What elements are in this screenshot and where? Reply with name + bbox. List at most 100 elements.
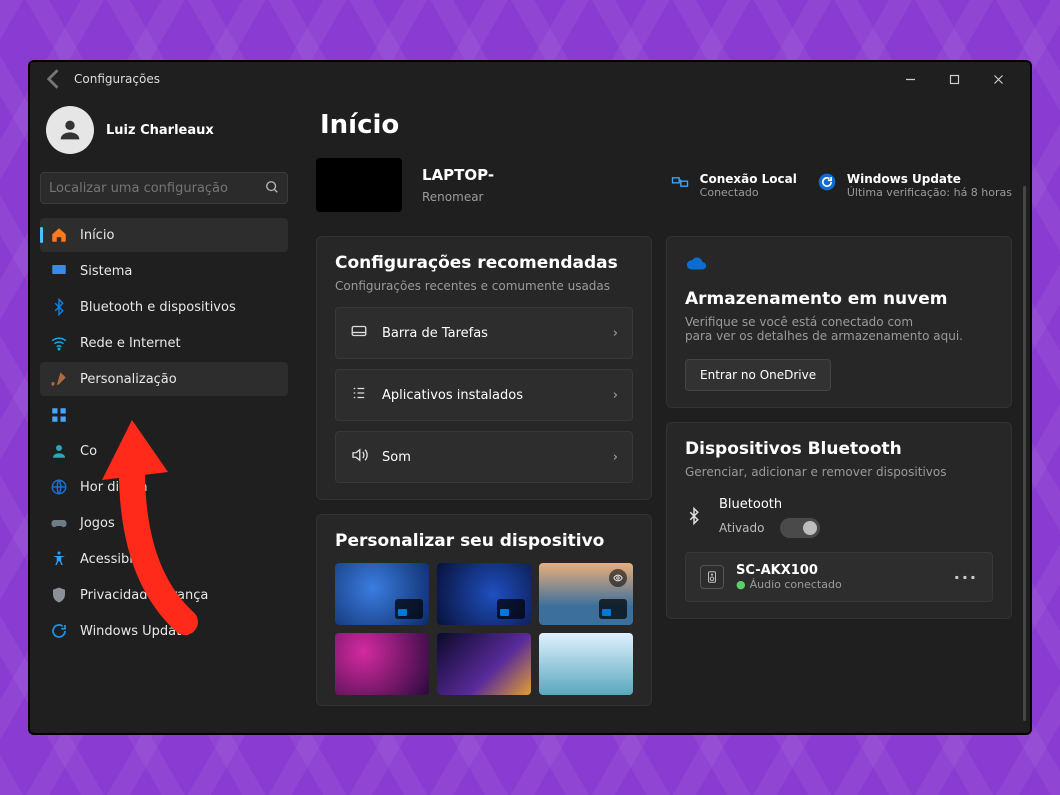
- avatar: [46, 106, 94, 154]
- sidebar-item-accounts[interactable]: Co: [40, 434, 288, 468]
- home-icon: [50, 226, 68, 244]
- globe-icon: [50, 478, 68, 496]
- sidebar-item-label: Início: [80, 228, 114, 243]
- update-icon: [817, 172, 837, 196]
- more-button[interactable]: ···: [954, 568, 978, 587]
- sidebar-item-gaming[interactable]: Jogos: [40, 506, 288, 540]
- speaker-icon: [700, 565, 724, 589]
- sidebar-item-home[interactable]: Início: [40, 218, 288, 252]
- device-name: LAPTOP-: [422, 166, 494, 184]
- header-wu-sub: Última verificação: há 8 horas: [847, 186, 1012, 199]
- apps-icon: [50, 406, 68, 424]
- bt-subtitle: Gerenciar, adicionar e remover dispositi…: [685, 465, 993, 479]
- chevron-right-icon: ›: [613, 388, 618, 403]
- bt-device-row[interactable]: SC-AKX100 ●Áudio conectado ···: [685, 552, 993, 602]
- sidebar-item-privacy[interactable]: Privacidade e rança: [40, 578, 288, 612]
- rec-item-label: Aplicativos instalados: [382, 388, 599, 403]
- sidebar-item-time-language[interactable]: Hor dioma: [40, 470, 288, 504]
- search-icon: [265, 179, 279, 198]
- sidebar: Luiz Charleaux Início Sistema: [30, 96, 298, 733]
- device-rename-link[interactable]: Renomear: [422, 190, 494, 204]
- close-button[interactable]: [976, 64, 1020, 94]
- paintbrush-icon: [50, 370, 68, 388]
- rec-item-taskbar[interactable]: Barra de Tarefas ›: [335, 307, 633, 359]
- sidebar-item-personalization[interactable]: Personalização: [40, 362, 288, 396]
- sidebar-item-apps[interactable]: [40, 398, 288, 432]
- personalize-card: Personalizar seu dispositivo: [316, 514, 652, 706]
- header-net-sub: Conectado: [700, 186, 797, 199]
- person-icon: [50, 442, 68, 460]
- sidebar-item-label: Sistema: [80, 264, 132, 279]
- chevron-right-icon: ›: [613, 450, 618, 465]
- accessibility-icon: [50, 550, 68, 568]
- rec-item-label: Som: [382, 450, 599, 465]
- back-button[interactable]: [40, 65, 68, 93]
- sidebar-item-label: Hor dioma: [80, 480, 148, 495]
- titlebar: Configurações: [30, 62, 1030, 96]
- sidebar-item-label: Windows Update: [80, 624, 189, 639]
- window-title: Configurações: [74, 72, 160, 86]
- sidebar-item-label: Bluetooth e dispositivos: [80, 300, 236, 315]
- main-panel: Início LAPTOP- Renomear Conexão Local Co…: [298, 96, 1030, 733]
- sidebar-item-label: Rede e Internet: [80, 336, 181, 351]
- user-name: Luiz Charleaux: [106, 123, 214, 138]
- header-info-wu[interactable]: Windows Update Última verificação: há 8 …: [817, 172, 1012, 199]
- sidebar-item-label: Jogos: [80, 516, 115, 531]
- bt-label: Bluetooth: [719, 497, 993, 512]
- cloud-title: Armazenamento em nuvem: [685, 289, 993, 309]
- apps-list-icon: [350, 384, 368, 406]
- theme-tile[interactable]: [539, 563, 633, 625]
- gamepad-icon: [50, 514, 68, 532]
- search-input[interactable]: [40, 172, 288, 204]
- cloud-icon: [685, 253, 993, 279]
- bt-toggle[interactable]: [780, 518, 820, 538]
- sidebar-item-network[interactable]: Rede e Internet: [40, 326, 288, 360]
- rec-title: Configurações recomendadas: [335, 253, 633, 273]
- rec-item-sound[interactable]: Som ›: [335, 431, 633, 483]
- bluetooth-card: Dispositivos Bluetooth Gerenciar, adicio…: [666, 422, 1012, 619]
- cloud-card: Armazenamento em nuvem Verifique se você…: [666, 236, 1012, 408]
- rec-subtitle: Configurações recentes e comumente usada…: [335, 279, 633, 293]
- rec-item-label: Barra de Tarefas: [382, 326, 599, 341]
- pers-title: Personalizar seu dispositivo: [335, 531, 633, 551]
- search-field[interactable]: [49, 181, 265, 196]
- bluetooth-icon: [685, 507, 703, 529]
- header-info-network[interactable]: Conexão Local Conectado: [670, 172, 797, 199]
- sidebar-item-label: Personalização: [80, 372, 177, 387]
- recommended-card: Configurações recomendadas Configurações…: [316, 236, 652, 500]
- sidebar-item-bluetooth[interactable]: Bluetooth e dispositivos: [40, 290, 288, 324]
- bt-device-status: ●Áudio conectado: [736, 578, 942, 591]
- theme-tile[interactable]: [437, 633, 531, 695]
- device-thumbnail: [316, 158, 402, 212]
- minimize-button[interactable]: [888, 64, 932, 94]
- taskbar-icon: [350, 322, 368, 344]
- wifi-icon: [50, 334, 68, 352]
- chevron-right-icon: ›: [613, 326, 618, 341]
- sidebar-item-label: Acessibili: [80, 552, 140, 567]
- sound-icon: [350, 446, 368, 468]
- theme-tile[interactable]: [539, 633, 633, 695]
- theme-tile[interactable]: [335, 633, 429, 695]
- view-icon: [609, 569, 627, 587]
- user-block[interactable]: Luiz Charleaux: [40, 96, 288, 172]
- maximize-button[interactable]: [932, 64, 976, 94]
- bt-state: Ativado: [719, 521, 764, 535]
- sidebar-item-label: Co: [80, 444, 97, 459]
- header-wu-label: Windows Update: [847, 172, 1012, 186]
- shield-icon: [50, 586, 68, 604]
- page-title: Início: [320, 110, 1012, 140]
- update-icon: [50, 622, 68, 640]
- header-net-label: Conexão Local: [700, 172, 797, 186]
- sidebar-item-system[interactable]: Sistema: [40, 254, 288, 288]
- bt-device-name: SC-AKX100: [736, 563, 942, 578]
- sidebar-item-accessibility[interactable]: Acessibili: [40, 542, 288, 576]
- bt-title: Dispositivos Bluetooth: [685, 439, 993, 459]
- theme-tile[interactable]: [437, 563, 531, 625]
- sidebar-item-windows-update[interactable]: Windows Update: [40, 614, 288, 648]
- scrollbar[interactable]: [1023, 186, 1026, 721]
- sidebar-item-label: Privacidade e rança: [80, 588, 208, 603]
- onedrive-sign-in-button[interactable]: Entrar no OneDrive: [685, 359, 831, 391]
- cloud-subtitle: Verifique se você está conectado com par…: [685, 315, 993, 343]
- theme-tile[interactable]: [335, 563, 429, 625]
- rec-item-apps[interactable]: Aplicativos instalados ›: [335, 369, 633, 421]
